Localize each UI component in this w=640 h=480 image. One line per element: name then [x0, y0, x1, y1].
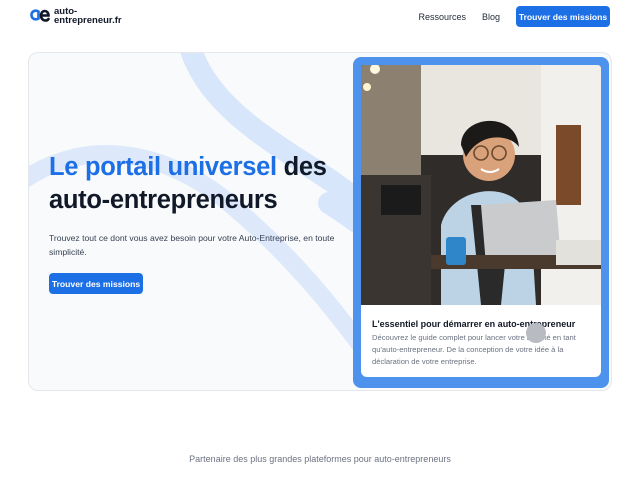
main-nav: Ressources Blog Trouver des missions	[418, 6, 610, 27]
feature-card-title[interactable]: L'essentiel pour démarrer en auto-entrep…	[372, 319, 590, 329]
hero-section: Le portail universel des auto-entrepreneu…	[28, 52, 612, 391]
feature-card-description: Découvrez le guide complet pour lancer v…	[372, 333, 576, 366]
feature-card-body: L'essentiel pour démarrer en auto-entrep…	[361, 305, 601, 377]
hero-photo	[361, 65, 601, 305]
hero-title-part: des	[276, 153, 327, 181]
site-header: auto- entrepreneur.fr Ressources Blog Tr…	[0, 0, 640, 34]
nav-link-blog[interactable]: Blog	[482, 12, 500, 22]
logo-text: auto- entrepreneur.fr	[54, 7, 122, 26]
find-missions-hero-button[interactable]: Trouver des missions	[49, 273, 143, 294]
hero-title-accent: Le portail universel	[49, 153, 277, 181]
hero-title-part: auto-entrepreneurs	[49, 186, 278, 214]
logo-icon	[30, 8, 50, 24]
nav-link-ressources[interactable]: Ressources	[418, 12, 466, 22]
carousel-indicator[interactable]	[526, 323, 546, 343]
partner-text: Partenaire des plus grandes plateformes …	[189, 454, 451, 464]
hero-description: Trouvez tout ce dont vous avez besoin po…	[49, 233, 335, 257]
hero-title: Le portail universel des auto-entrepreneu…	[49, 151, 349, 217]
find-missions-header-button[interactable]: Trouver des missions	[516, 6, 610, 27]
logo-text-line2: entrepreneur.fr	[54, 15, 122, 26]
logo[interactable]: auto- entrepreneur.fr	[30, 7, 122, 25]
feature-card[interactable]: L'essentiel pour démarrer en auto-entrep…	[353, 57, 609, 388]
